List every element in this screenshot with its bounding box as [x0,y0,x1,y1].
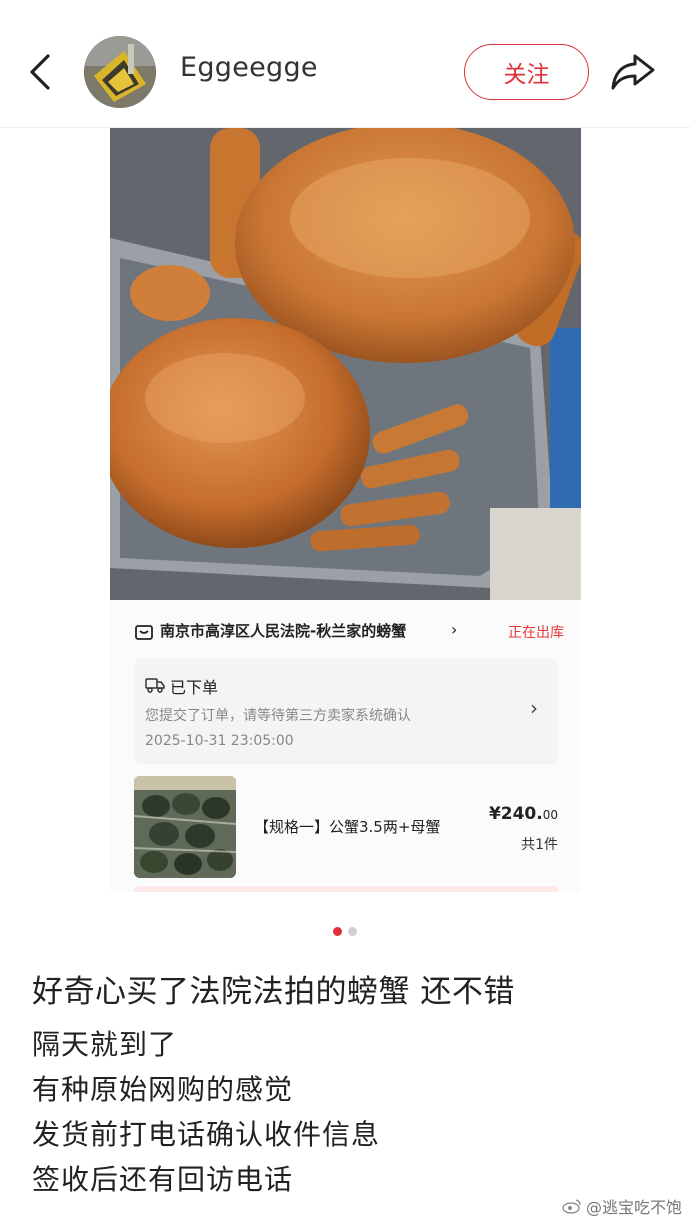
post-body: 隔天就到了 有种原始网购的感觉 发货前打电话确认收件信息 签收后还有回访电话 [32,1022,380,1202]
product-thumbnail[interactable] [134,776,236,878]
post-line: 有种原始网购的感觉 [32,1073,294,1106]
shop-name[interactable]: 南京市高淳区人民法院-秋兰家的螃蟹 [160,620,406,641]
order-status-box[interactable]: 已下单 您提交了订单，请等待第三方卖家系统确认 2025-10-31 23:05… [134,658,558,764]
post-title: 好奇心买了法院法拍的螃蟹 还不错 [32,974,515,1010]
carousel-indicator[interactable] [333,927,363,939]
carousel-dot-active[interactable] [333,927,342,936]
order-status-title: 已下单 [170,678,219,697]
carousel-dot[interactable] [348,927,357,936]
price-main: ¥240. [488,804,543,824]
weibo-icon [562,1199,581,1214]
product-price: ¥240.00 [489,804,558,824]
product-quantity: 共1件 [521,837,558,853]
divider-strip [134,886,558,892]
post-line: 签收后还有回访电话 [32,1163,294,1196]
truck-icon [145,678,165,693]
order-status-description: 您提交了订单，请等待第三方卖家系统确认 [145,708,411,724]
shipping-status: 正在出库 [508,625,564,641]
order-card[interactable]: 南京市高淳区人民法院-秋兰家的螃蟹 › 正在出库 已下单 您提交了订单，请等待第… [110,600,581,892]
crab-photo[interactable] [110,128,581,600]
watermark: @逃宝吃不饱 [562,1194,682,1218]
back-arrow-icon[interactable] [22,50,62,94]
shop-icon [135,625,153,640]
post-line: 发货前打电话确认收件信息 [32,1118,381,1151]
header-bar: Eggeegge 关注 [0,0,690,128]
product-row[interactable]: 【规格一】公蟹3.5两+母蟹 ¥240.00 共1件 [134,776,558,880]
username[interactable]: Eggeegge [180,52,318,83]
post-line: 隔天就到了 [32,1028,178,1061]
chevron-right-icon: › [451,620,458,639]
chevron-right-icon[interactable]: › [530,696,538,720]
product-spec: 【规格一】公蟹3.5两+母蟹 [254,818,441,836]
order-timestamp: 2025-10-31 23:05:00 [145,733,294,749]
follow-button[interactable]: 关注 [464,44,589,100]
shop-row[interactable]: 南京市高淳区人民法院-秋兰家的螃蟹 › 正在出库 [134,618,564,648]
price-decimal: 00 [542,808,558,822]
avatar[interactable] [84,36,156,108]
watermark-text: @逃宝吃不饱 [585,1198,682,1217]
share-icon[interactable] [608,50,658,94]
